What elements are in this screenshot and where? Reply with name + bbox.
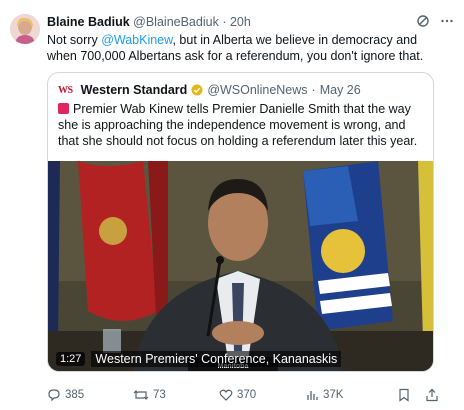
share-icon	[425, 388, 439, 402]
bookmark-button[interactable]	[397, 388, 411, 402]
video-duration: 1:27	[56, 352, 86, 366]
tweet-top-icons	[416, 14, 454, 28]
video-player[interactable]: Manitoba 1:27 Western Premiers' Conferen…	[48, 161, 433, 371]
author-avatar[interactable]	[10, 14, 40, 44]
author-name[interactable]: Blaine Badiuk	[47, 15, 130, 29]
repost-button[interactable]: 73	[133, 388, 166, 402]
header-separator: ·	[222, 15, 227, 29]
more-options-icon[interactable]	[440, 14, 454, 28]
bookmark-icon	[397, 388, 411, 402]
avatar-image	[10, 14, 40, 44]
quote-text-content: Premier Wab Kinew tells Premier Danielle…	[58, 102, 418, 148]
reply-count: 385	[65, 389, 85, 401]
heart-icon	[219, 388, 233, 402]
tweet-text: Not sorry @WabKinew, but in Alberta we b…	[47, 32, 447, 64]
repost-count: 73	[153, 389, 166, 401]
quote-avatar-logo: WS	[58, 84, 73, 96]
quote-date: May 26	[319, 83, 361, 97]
views-button[interactable]: 37K	[305, 388, 343, 402]
quote-header: WS Western Standard @WSOnlineNews · May …	[58, 83, 361, 97]
tweet-text-part: Not sorry	[47, 33, 102, 47]
tweet-header: Blaine Badiuk @BlaineBadiuk · 20h	[47, 15, 251, 29]
reply-icon	[47, 388, 61, 402]
quote-text: Premier Wab Kinew tells Premier Danielle…	[58, 101, 418, 149]
like-button[interactable]: 370	[219, 388, 256, 402]
verified-badge-icon	[191, 84, 203, 96]
view-count: 37K	[323, 389, 344, 401]
quote-separator: ·	[311, 83, 316, 97]
video-frame: Manitoba	[48, 161, 433, 371]
mention-link[interactable]: @WabKinew	[101, 33, 172, 47]
analytics-icon	[305, 388, 319, 402]
video-caption: Western Premiers' Conference, Kananaskis	[91, 351, 342, 367]
like-count: 370	[237, 389, 257, 401]
quote-author-name[interactable]: Western Standard	[81, 83, 188, 97]
author-handle[interactable]: @BlaineBadiuk	[133, 15, 219, 29]
siren-emoji-icon	[58, 103, 69, 114]
tweet-time[interactable]: 20h	[230, 15, 251, 29]
share-button[interactable]	[425, 388, 439, 402]
reply-button[interactable]: 385	[47, 388, 84, 402]
video-caption-bar: 1:27 Western Premiers' Conference, Kanan…	[56, 351, 342, 367]
repost-icon	[133, 388, 149, 402]
quote-author-handle[interactable]: @WSOnlineNews	[207, 83, 307, 97]
quoted-tweet[interactable]: WS Western Standard @WSOnlineNews · May …	[47, 72, 434, 372]
grok-icon[interactable]	[416, 14, 430, 28]
